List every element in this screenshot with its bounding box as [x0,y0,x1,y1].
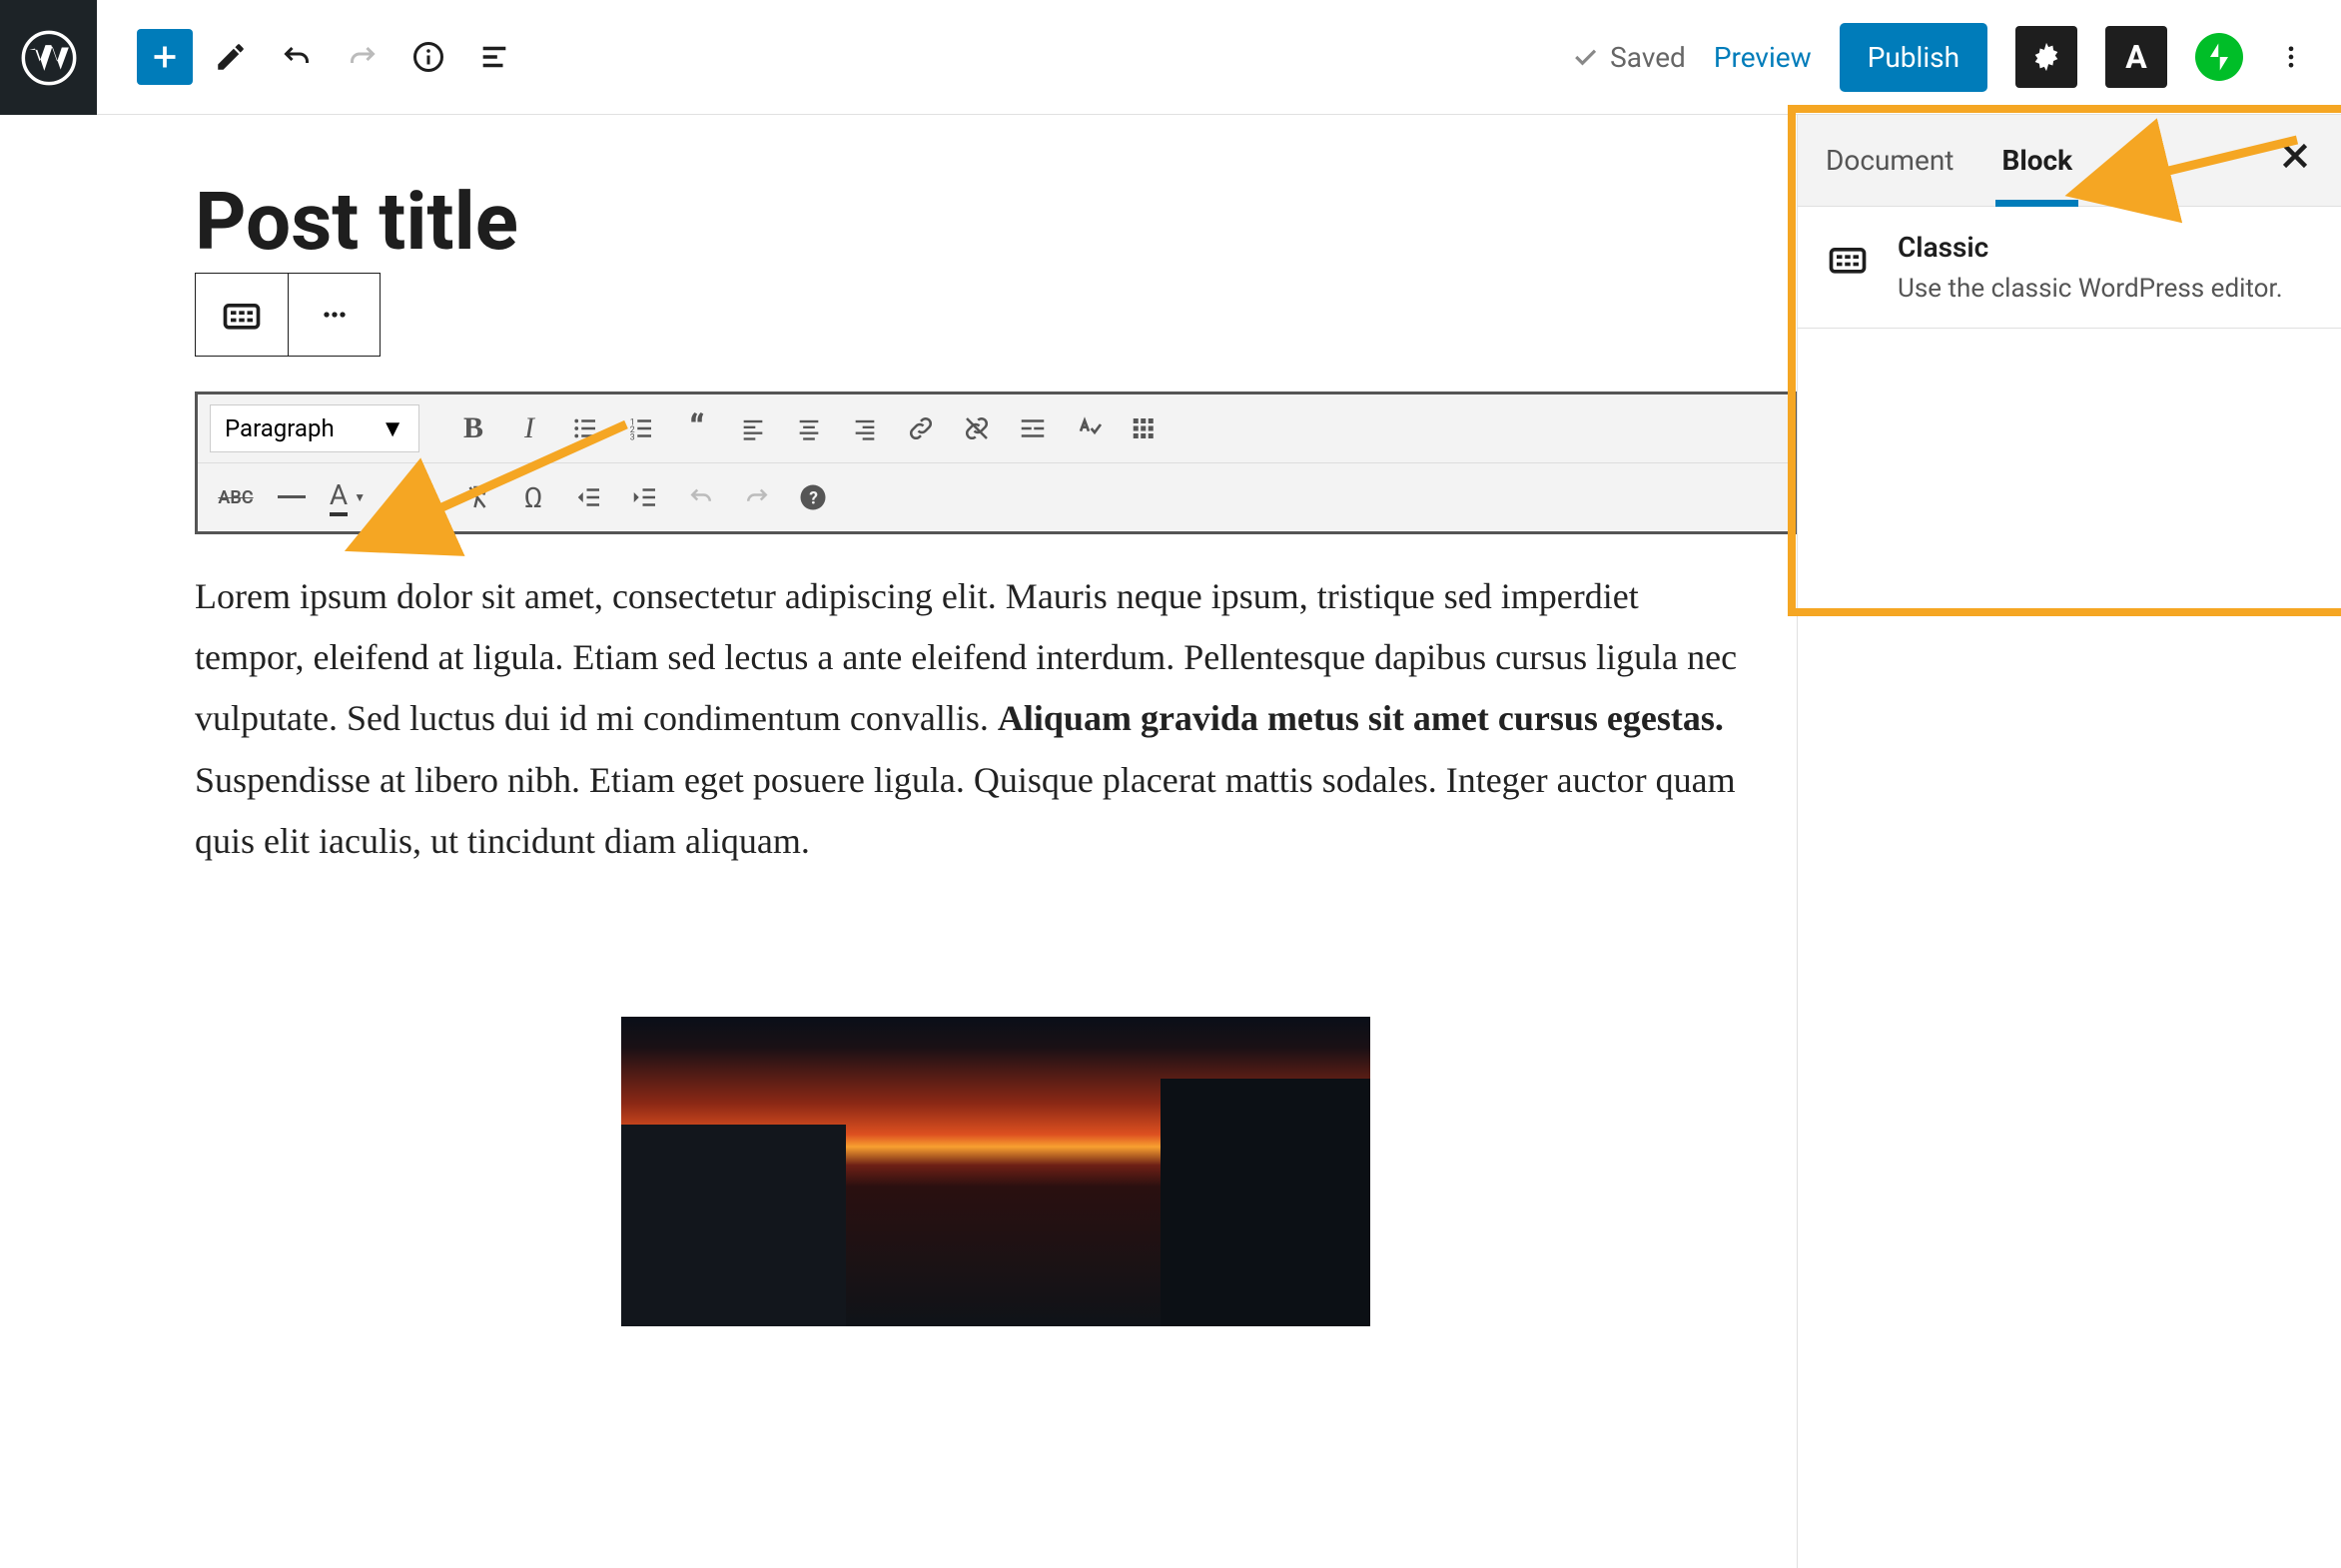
settings-sidebar: Document Block Classic Use the classic W… [1797,115,2341,1568]
publish-button[interactable]: Publish [1840,23,1987,92]
block-info-desc: Use the classic WordPress editor. [1898,274,2283,304]
classic-block-icon [1826,237,1870,304]
saved-status: Saved [1570,41,1686,74]
text-color-icon[interactable]: A ▼ [322,471,374,523]
jetpack-button[interactable] [2195,33,2243,81]
block-info-title: Classic [1898,231,2283,264]
info-icon[interactable] [400,29,456,85]
spellcheck-icon[interactable] [1063,402,1115,454]
quote-icon[interactable]: “ [671,402,723,454]
tab-block[interactable]: Block [2001,144,2072,177]
undo-icon[interactable] [269,29,325,85]
settings-button[interactable] [2015,26,2077,88]
bullet-list-icon[interactable] [559,402,611,454]
format-select[interactable]: Paragraph ▼ [210,404,419,452]
paragraph-after-bold: Suspendisse at libero nibh. Etiam eget p… [195,760,1736,861]
top-toolbar: Saved Preview Publish A [97,0,2341,115]
italic-icon[interactable]: I [503,402,555,454]
outline-icon[interactable] [466,29,522,85]
link-icon[interactable] [895,402,947,454]
paragraph-bold: Aliquam gravida metus sit amet cursus eg… [998,698,1724,738]
strikethrough-icon[interactable]: ABC [210,471,262,523]
add-block-button[interactable] [137,29,193,85]
toolbar-toggle-icon[interactable] [1119,402,1170,454]
saved-label: Saved [1610,41,1686,74]
hr-icon[interactable] [266,471,318,523]
editor-canvas[interactable]: Post title Paragraph ▼ [97,115,1797,1568]
indent-icon[interactable] [619,471,671,523]
content-image[interactable] [621,1017,1370,1326]
more-menu-icon[interactable] [2271,29,2311,85]
paste-text-icon[interactable]: T [395,471,447,523]
classic-editor-toolbar: Paragraph ▼ B I 123 “ [195,392,1797,534]
close-sidebar-icon[interactable] [2277,137,2313,184]
align-right-icon[interactable] [839,402,891,454]
svg-text:?: ? [809,488,818,508]
align-left-icon[interactable] [727,402,779,454]
classic-block-icon[interactable] [196,274,288,356]
help-icon[interactable]: ? [787,471,839,523]
paragraph-text[interactable]: Lorem ipsum dolor sit amet, consectetur … [195,566,1743,872]
block-info-panel: Classic Use the classic WordPress editor… [1798,207,2341,329]
align-center-icon[interactable] [783,402,835,454]
amp-button[interactable]: A [2105,26,2167,88]
editor-undo-icon [675,471,727,523]
chevron-down-icon: ▼ [354,490,366,504]
clear-format-icon[interactable] [451,471,503,523]
format-select-value: Paragraph [225,414,335,442]
editor-redo-icon [731,471,783,523]
wordpress-logo[interactable] [0,0,97,115]
ordered-list-icon[interactable]: 123 [615,402,667,454]
edit-icon[interactable] [203,29,259,85]
chevron-down-icon: ▼ [381,414,404,443]
special-char-icon[interactable]: Ω [507,471,559,523]
bold-icon[interactable]: B [447,402,499,454]
redo-icon [335,29,390,85]
post-title[interactable]: Post title [195,175,1797,269]
insert-more-icon[interactable] [1007,402,1059,454]
svg-text:3: 3 [630,432,635,442]
preview-link[interactable]: Preview [1714,41,1812,74]
outdent-icon[interactable] [563,471,615,523]
tab-document[interactable]: Document [1826,144,1953,177]
svg-text:T: T [418,492,425,505]
block-toolbar-handle [195,273,381,357]
sidebar-tabs: Document Block [1798,115,2341,207]
unlink-icon[interactable] [951,402,1003,454]
block-more-icon[interactable] [288,274,380,356]
